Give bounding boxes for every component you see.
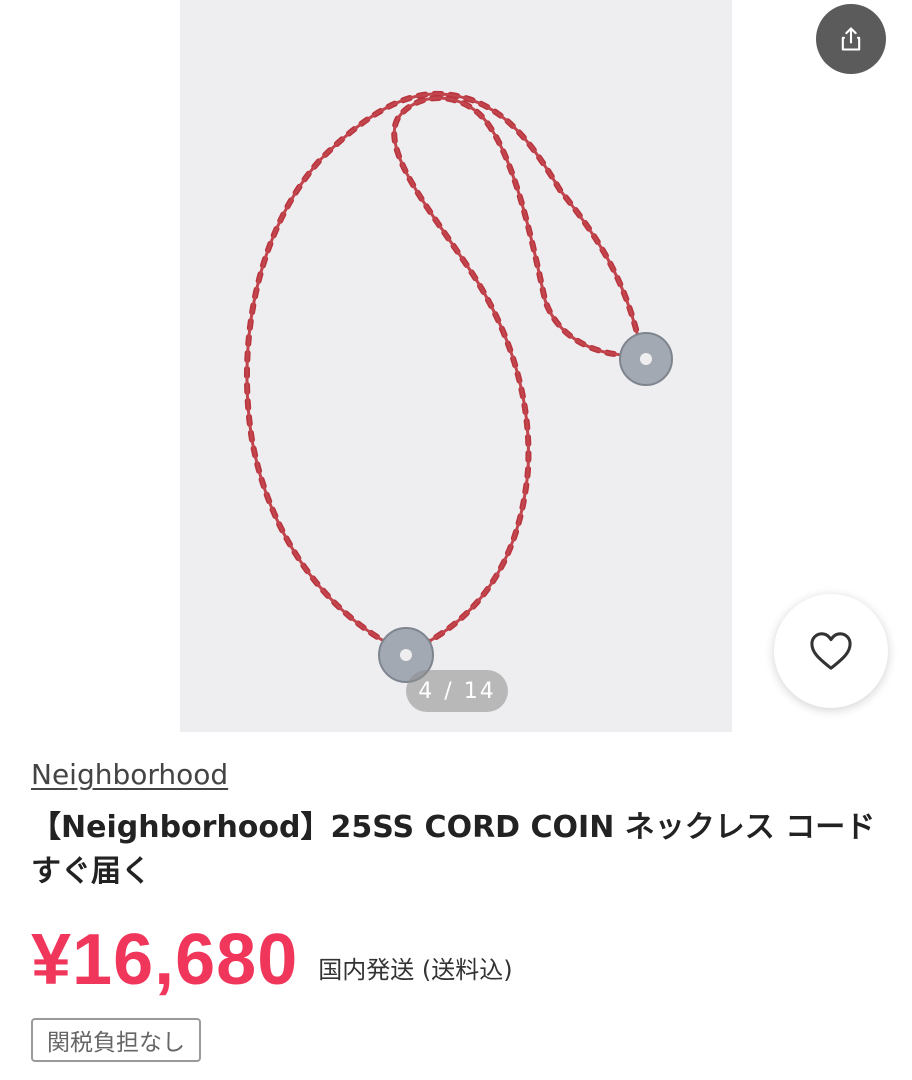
price: ¥16,680 <box>31 920 299 1000</box>
counter-current: 4 <box>418 678 435 704</box>
share-button[interactable] <box>816 4 886 74</box>
counter-separator: / <box>444 678 454 704</box>
coin-right <box>619 332 673 386</box>
product-image[interactable] <box>180 0 732 732</box>
brand-link[interactable]: Neighborhood <box>31 758 228 791</box>
product-title: 【Neighborhood】25SS CORD COIN ネックレス コード す… <box>31 810 876 889</box>
counter-total: 14 <box>463 678 496 704</box>
image-counter: 4 / 14 <box>406 670 508 712</box>
share-icon <box>841 27 861 51</box>
image-gallery[interactable]: 4 / 14 <box>0 0 912 732</box>
shipping-info: 国内発送 (送料込) <box>318 955 513 984</box>
favorite-button[interactable] <box>774 594 888 708</box>
heart-icon <box>810 632 852 670</box>
price-row: ¥16,680 国内発送 (送料込) <box>31 920 513 1000</box>
duty-free-tag: 関税負担なし <box>31 1018 201 1062</box>
